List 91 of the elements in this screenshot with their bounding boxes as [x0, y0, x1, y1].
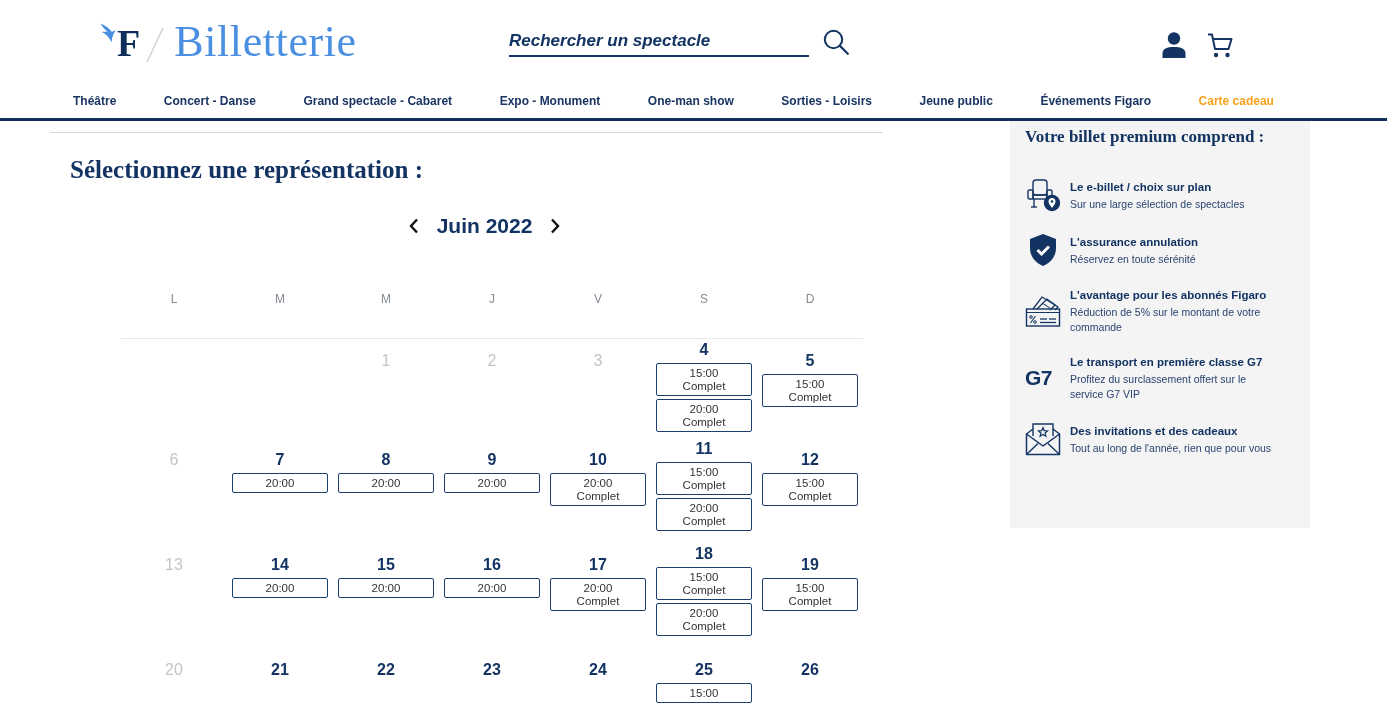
month-label: Juin 2022 — [436, 213, 533, 239]
wing-icon — [100, 23, 116, 43]
showtime-button[interactable]: 15:00 Complet — [656, 363, 752, 396]
cart-icon — [1207, 32, 1233, 58]
slash-divider — [146, 27, 165, 63]
nav-link[interactable]: Concert - Danse — [163, 94, 256, 108]
day-number: 17 — [589, 556, 607, 574]
user-icon — [1162, 32, 1186, 58]
day-number: 16 — [483, 556, 501, 574]
benefit-description: Réservez en toute sérénité — [1070, 251, 1197, 267]
showtime-button[interactable]: 20:00 Complet — [656, 603, 752, 636]
showtime-button[interactable]: 20:00 — [338, 473, 434, 493]
showtime-button[interactable]: 20:00 Complet — [656, 498, 752, 531]
benefit-description: Profitez du surclassement offert sur le service G7 VIP — [1070, 372, 1248, 402]
day-number: 25 — [695, 661, 713, 679]
benefit-title: Le e-billet / choix sur plan — [1070, 179, 1213, 195]
chevron-left-icon — [408, 218, 419, 234]
day-number: 22 — [377, 661, 395, 679]
nav-link[interactable]: Expo - Monument — [499, 94, 601, 108]
day-number: 23 — [483, 661, 501, 679]
showtime-button[interactable]: 20:00 Complet — [550, 578, 646, 611]
account-button[interactable] — [1162, 32, 1186, 58]
search-button[interactable] — [823, 29, 849, 55]
day-number: 9 — [487, 451, 497, 469]
weekday-label: S — [700, 291, 708, 307]
day-number: 19 — [801, 556, 819, 574]
benefit-description: Réduction de 5% sur le montant de votre commande — [1070, 305, 1262, 335]
benefit-title: Des invitations et des cadeaux — [1070, 423, 1239, 439]
showtime-button[interactable]: 20:00 — [444, 473, 540, 493]
nav-link[interactable]: Événements Figaro — [1040, 94, 1152, 108]
day-number: 15 — [377, 556, 395, 574]
showtime-button[interactable]: 20:00 Complet — [656, 399, 752, 432]
nav-link[interactable]: One-man show — [647, 94, 734, 108]
day-number: 20 — [165, 661, 183, 679]
benefit-description: Sur une large sélection de spectacles — [1070, 196, 1246, 212]
weekday-label: L — [170, 291, 178, 307]
showtime-button[interactable]: 15:00 Complet — [656, 462, 752, 495]
nav-link[interactable]: Sorties - Loisirs — [781, 94, 872, 108]
benefit-title: L'assurance annulation — [1070, 234, 1199, 250]
day-number: 8 — [381, 451, 391, 469]
nav-link[interactable]: Jeune public — [919, 94, 993, 108]
search-icon — [823, 29, 849, 55]
showtime-button[interactable]: 20:00 — [444, 578, 540, 598]
logo-link[interactable]: F — [100, 25, 141, 61]
day-number: 2 — [487, 352, 497, 370]
day-number: 12 — [801, 451, 819, 469]
site-title: Billetterie — [174, 17, 357, 67]
envelope-star-icon — [1025, 422, 1061, 456]
showtime-button[interactable]: 15:00 Complet — [762, 374, 858, 407]
tickets-card-icon — [1025, 294, 1061, 328]
showtime-button[interactable]: 15:00 — [656, 683, 752, 703]
weekday-label: D — [805, 291, 815, 307]
cart-button[interactable] — [1207, 32, 1233, 58]
showtime-button[interactable]: 20:00 Complet — [550, 473, 646, 506]
search-field[interactable]: Rechercher un spectacle — [509, 27, 809, 57]
weekday-label: V — [594, 291, 602, 307]
day-number: 21 — [271, 661, 289, 679]
chevron-right-icon — [550, 218, 561, 234]
seat-pin-icon — [1025, 178, 1061, 212]
benefit-title: L'avantage pour les abonnés Figaro — [1070, 288, 1268, 303]
nav-link[interactable]: Grand spectacle - Cabaret — [303, 94, 453, 108]
weekday-label: M — [275, 291, 285, 307]
brand-logo: G7 — [1025, 366, 1052, 390]
showtime-button[interactable]: 20:00 — [338, 578, 434, 598]
showtime-button[interactable]: 15:00 Complet — [656, 567, 752, 600]
benefit-title: Le transport en première classe G7 — [1070, 355, 1264, 370]
showtime-button[interactable]: 15:00 Complet — [762, 473, 858, 506]
day-number: 7 — [275, 451, 285, 469]
benefit-description: Tout au long de l'année, rien que pour vous — [1070, 440, 1273, 456]
day-number: 10 — [589, 451, 607, 469]
day-number: 4 — [699, 341, 709, 359]
showtime-button[interactable]: 20:00 — [232, 578, 328, 598]
next-month-button[interactable] — [550, 218, 561, 234]
day-number: 26 — [801, 661, 819, 679]
day-number: 18 — [695, 545, 713, 563]
showtime-button[interactable]: 15:00 Complet — [762, 578, 858, 611]
day-number: 3 — [593, 352, 603, 370]
day-number: 6 — [169, 451, 179, 469]
section-title: Sélectionnez une représentation : — [70, 155, 424, 185]
showtime-button[interactable]: 20:00 — [232, 473, 328, 493]
day-number: 24 — [589, 661, 607, 679]
panel-title: Votre billet premium comprend : — [1025, 127, 1266, 147]
previous-month-button[interactable] — [408, 218, 419, 234]
day-number: 5 — [805, 352, 815, 370]
day-number: 13 — [165, 556, 183, 574]
weekday-label: J — [489, 291, 495, 307]
nav-link[interactable]: Théâtre — [73, 94, 117, 108]
day-number: 11 — [695, 440, 713, 458]
day-number: 1 — [381, 352, 391, 370]
day-number: 14 — [271, 556, 289, 574]
weekday-label: M — [381, 291, 391, 307]
